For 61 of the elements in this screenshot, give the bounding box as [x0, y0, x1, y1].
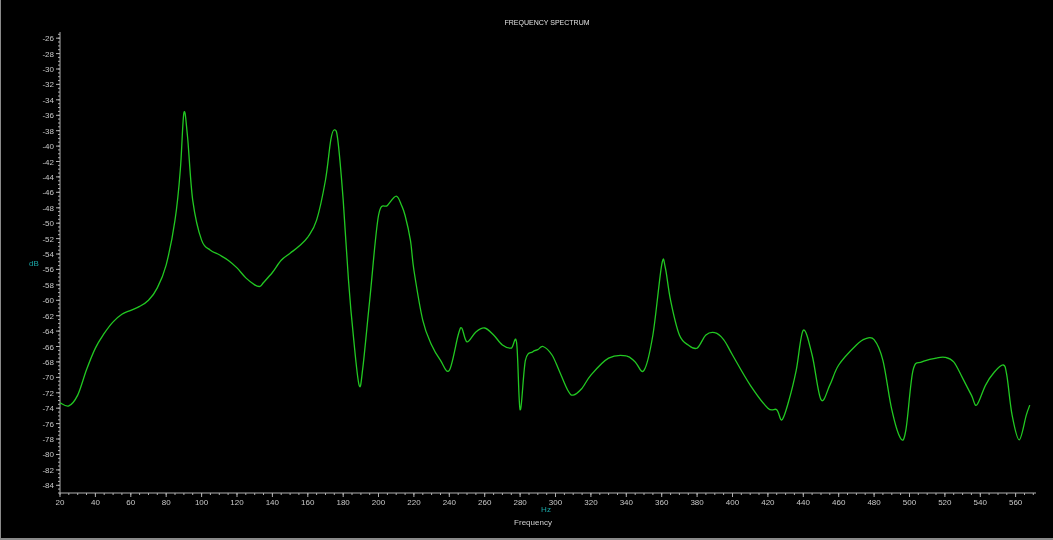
y-tick-label: -42 — [42, 157, 54, 167]
x-tick-label: 480 — [867, 498, 881, 507]
y-tick-label: -32 — [42, 80, 54, 90]
x-tick-label: 100 — [194, 498, 209, 507]
x-tick-label: 300 — [548, 498, 563, 507]
x-tick-label: 500 — [902, 498, 917, 507]
x-tick-label: 340 — [619, 498, 633, 507]
y-tick-label: -40 — [42, 142, 54, 152]
x-tick-label: 560 — [1008, 498, 1023, 507]
x-tick-label: 460 — [832, 498, 846, 507]
y-tick-label: -82 — [42, 465, 54, 475]
x-tick-label: 280 — [513, 498, 527, 507]
x-tick-label: 60 — [126, 498, 136, 507]
y-tick-label: -72 — [42, 388, 54, 398]
y-tick-label: -74 — [42, 404, 54, 414]
y-tick-label: -28 — [42, 49, 54, 59]
x-tick-label: 160 — [301, 498, 315, 507]
x-tick-label: 420 — [761, 498, 775, 507]
x-tick-label: 520 — [938, 498, 952, 507]
x-tick-label: 360 — [655, 498, 669, 507]
y-tick-label: -80 — [42, 450, 54, 460]
x-tick-label: 240 — [442, 498, 456, 507]
y-tick-label: -36 — [42, 111, 54, 121]
x-tick-label: 540 — [973, 498, 987, 507]
y-tick-label: -58 — [42, 280, 54, 290]
y-tick-label: -34 — [42, 95, 54, 105]
x-tick-label: 440 — [796, 498, 810, 507]
x-unit-label: Hz — [541, 505, 551, 514]
y-tick-label: -66 — [42, 342, 54, 352]
y-tick-label: -30 — [42, 65, 54, 74]
x-axis-label: Frequency — [514, 518, 552, 527]
x-tick-label: 200 — [371, 498, 386, 507]
y-tick-label: -62 — [42, 311, 54, 321]
y-tick-label: -56 — [42, 265, 54, 275]
x-tick-label: 260 — [478, 498, 492, 507]
x-tick-label: 220 — [407, 498, 421, 507]
y-tick-label: -64 — [42, 327, 54, 337]
y-tick-label: -78 — [42, 435, 54, 445]
y-tick-label: -60 — [42, 296, 54, 306]
x-tick-label: 20 — [55, 498, 65, 507]
y-tick-label: -70 — [42, 373, 54, 383]
x-tick-label: 40 — [90, 498, 100, 507]
y-tick-label: -48 — [42, 203, 54, 213]
x-tick-label: 140 — [265, 498, 280, 507]
x-tick-label: 400 — [725, 498, 740, 507]
y-axis-label: dB — [29, 259, 39, 268]
y-tick-label: -38 — [42, 126, 54, 136]
y-tick-label: -54 — [42, 250, 54, 259]
y-tick-label: -50 — [42, 219, 54, 229]
y-tick-label: -46 — [42, 188, 54, 198]
x-tick-label: 320 — [584, 498, 598, 507]
y-tick-label: -84 — [42, 481, 54, 491]
x-tick-label: 120 — [230, 498, 244, 507]
x-tick-label: 380 — [690, 498, 704, 507]
y-tick-label: -68 — [42, 357, 54, 367]
y-tick-label: -26 — [42, 34, 54, 44]
y-tick-label: -44 — [42, 172, 54, 182]
y-tick-label: -76 — [42, 419, 54, 429]
y-tick-label: -52 — [42, 234, 54, 244]
x-tick-label: 180 — [336, 498, 350, 507]
x-tick-label: 80 — [161, 498, 171, 507]
